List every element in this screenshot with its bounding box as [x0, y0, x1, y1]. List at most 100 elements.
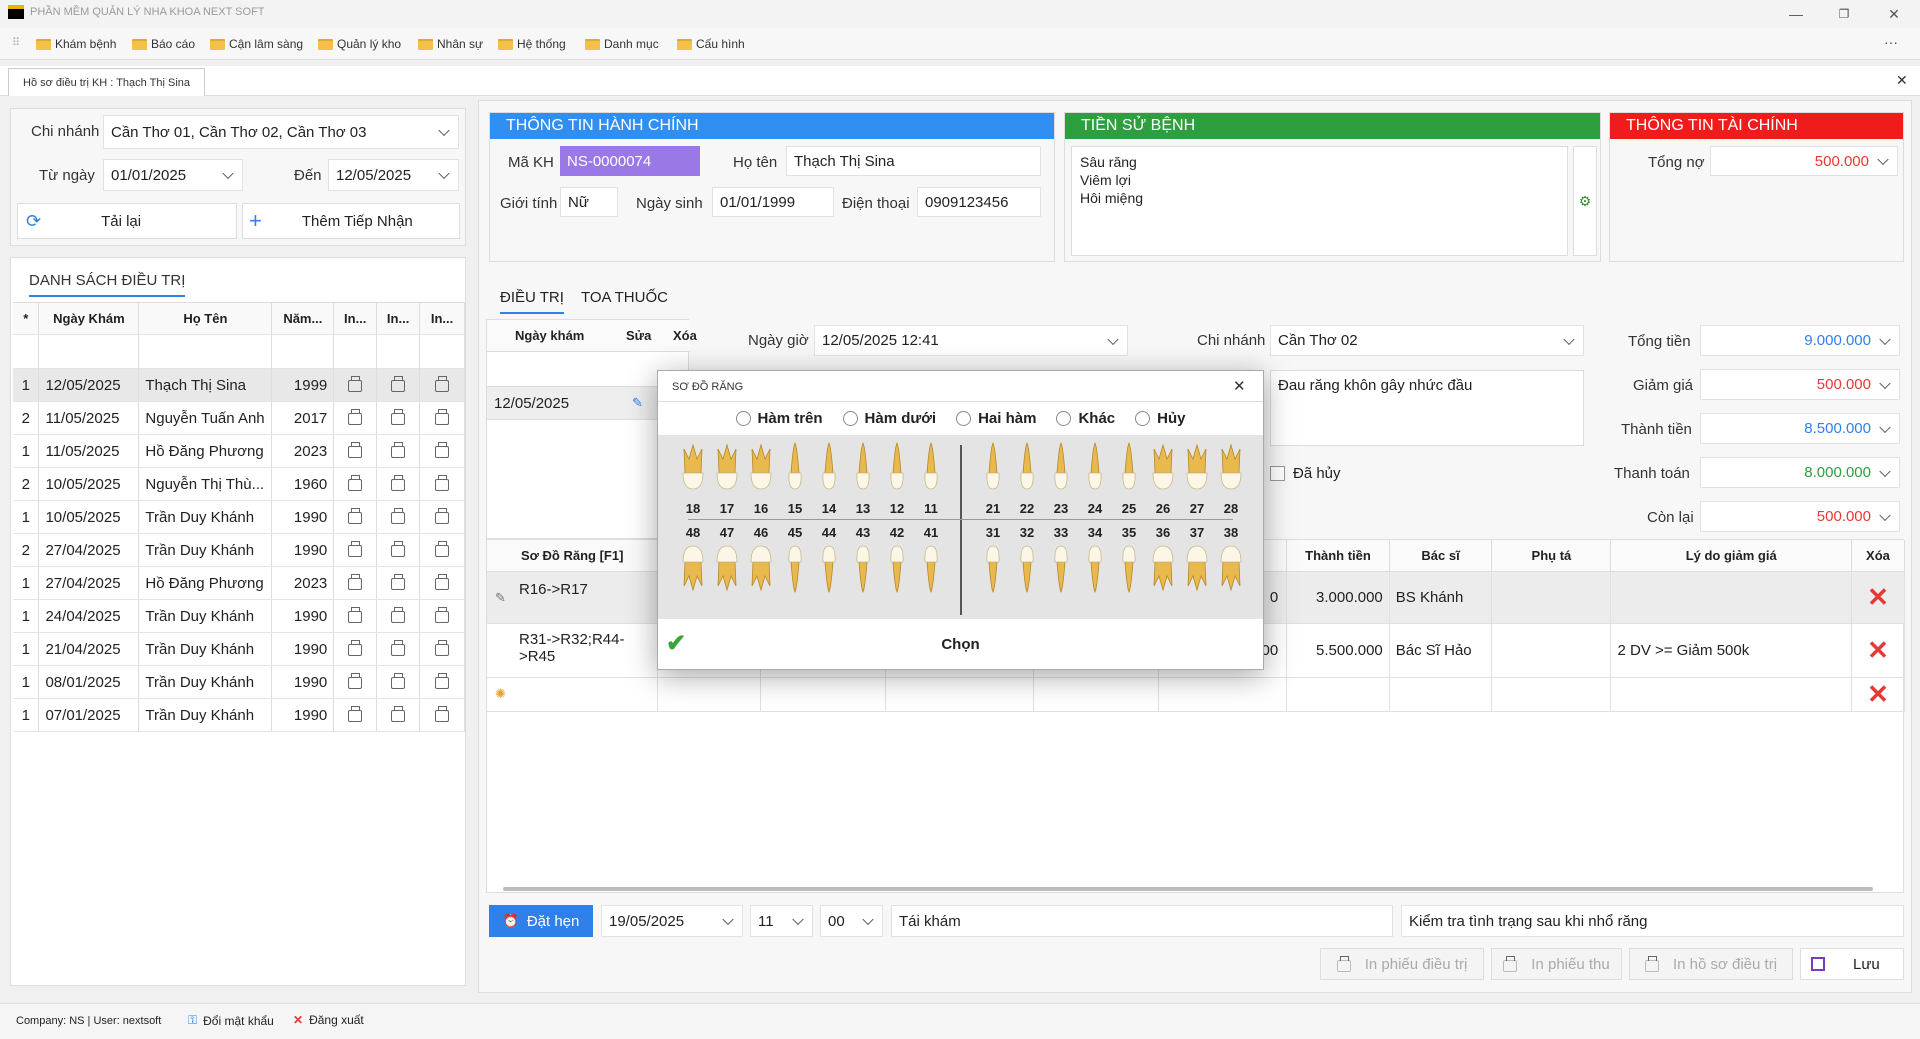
col-header[interactable]: In... [333, 302, 378, 335]
new-service-row[interactable]: ✺ ✕ [487, 677, 1906, 712]
reason-cell[interactable] [1610, 571, 1852, 624]
col-header[interactable]: Lý do giảm giá [1610, 540, 1852, 572]
fullname-field[interactable]: Thạch Thị Sina [786, 146, 1041, 176]
print-cell[interactable] [376, 632, 421, 666]
tooth-14[interactable]: 14 [812, 441, 846, 516]
col-header[interactable]: In... [419, 302, 465, 335]
save-button[interactable]: Lưu [1800, 948, 1904, 980]
table-row[interactable]: 1 12/05/2025 Thạch Thị Sina 1999 [13, 368, 465, 402]
col-header[interactable]: Năm... [271, 302, 335, 335]
tooth-41[interactable]: 41 [914, 525, 948, 594]
dialog-close-button[interactable]: ✕ [1233, 377, 1246, 395]
print-cell[interactable] [333, 698, 378, 732]
doctor-cell[interactable]: BS Khánh [1389, 571, 1493, 624]
paid-field[interactable]: 8.000.000 [1700, 457, 1900, 488]
cell[interactable] [1158, 677, 1288, 712]
print-cell[interactable] [333, 533, 378, 567]
tooth-28[interactable]: 28 [1214, 441, 1248, 516]
print-cell[interactable] [333, 467, 378, 501]
radio-both-jaws[interactable]: Hai hàm [956, 410, 1036, 427]
tooth-36[interactable]: 36 [1146, 525, 1180, 594]
choose-button[interactable]: ✔ Chọn [658, 619, 1263, 669]
minimize-button[interactable]: — [1776, 2, 1816, 26]
add-reception-button[interactable]: + Thêm Tiếp Nhận [242, 203, 460, 239]
menu-nhan-su[interactable]: Nhân sự [418, 35, 483, 53]
radio-upper-jaw[interactable]: Hàm trên [735, 410, 823, 427]
print-cell[interactable] [419, 467, 465, 501]
menu-cau-hinh[interactable]: Cấu hình [677, 35, 745, 53]
tooth-46[interactable]: 46 [744, 525, 778, 594]
print-cell[interactable] [419, 599, 465, 633]
cell[interactable] [885, 677, 1034, 712]
print-cell[interactable] [419, 566, 465, 600]
menu-can-lam-sang[interactable]: Cận lâm sàng [210, 35, 303, 53]
tooth-27[interactable]: 27 [1180, 441, 1214, 516]
tooth-22[interactable]: 22 [1010, 441, 1044, 516]
col-header[interactable]: Họ Tên [138, 302, 273, 335]
tooth-18[interactable]: 18 [676, 441, 710, 516]
col-header[interactable]: Thành tiền [1286, 540, 1390, 572]
edit-history-button[interactable]: ⚙ [1573, 146, 1597, 256]
tooth-47[interactable]: 47 [710, 525, 744, 594]
print-cell[interactable] [419, 434, 465, 468]
tab-prescription[interactable]: TOA THUỐC [581, 289, 668, 306]
print-cell[interactable] [333, 599, 378, 633]
tooth-45[interactable]: 45 [778, 525, 812, 594]
tooth-21[interactable]: 21 [976, 441, 1010, 516]
tooth-33[interactable]: 33 [1044, 525, 1078, 594]
table-row[interactable]: 1 07/01/2025 Trần Duy Khánh 1990 [13, 698, 465, 732]
menu-quan-ly-kho[interactable]: Quản lý kho [318, 35, 401, 53]
menu-he-thong[interactable]: Hệ thống [498, 35, 566, 53]
print-cell[interactable] [376, 500, 421, 534]
tooth-24[interactable]: 24 [1078, 441, 1112, 516]
to-date-picker[interactable]: 12/05/2025 [328, 159, 459, 191]
menu-danh-muc[interactable]: Danh mục [585, 35, 659, 53]
print-cell[interactable] [333, 500, 378, 534]
menu-bao-cao[interactable]: Báo cáo [132, 35, 195, 53]
tooth-17[interactable]: 17 [710, 441, 744, 516]
branch-select[interactable]: Cần Thơ 01, Cần Thơ 02, Cần Thơ 03 [103, 115, 459, 149]
print-cell[interactable] [419, 698, 465, 732]
col-header[interactable]: Ngày Khám [38, 302, 140, 335]
cell[interactable] [760, 677, 886, 712]
teeth-cell[interactable]: ✎ R16->R17 [487, 571, 659, 624]
tooth-16[interactable]: 16 [744, 441, 778, 516]
cell[interactable] [1491, 677, 1612, 712]
table-row[interactable]: 1 24/04/2025 Trần Duy Khánh 1990 [13, 599, 465, 633]
tooth-11[interactable]: 11 [914, 441, 948, 516]
print-cell[interactable] [419, 632, 465, 666]
close-window-button[interactable]: ✕ [1874, 2, 1914, 26]
appointment-button[interactable]: ⏰ Đặt hẹn [489, 905, 593, 937]
appointment-minute-select[interactable]: 00 [820, 905, 883, 937]
restore-button[interactable]: ❐ [1824, 2, 1864, 26]
tooth-42[interactable]: 42 [880, 525, 914, 594]
print-cell[interactable] [376, 533, 421, 567]
tab-treatment[interactable]: ĐIỀU TRỊ [500, 289, 564, 314]
tab-patient-record[interactable]: Hồ sơ điều trị KH : Thạch Thị Sina [8, 68, 205, 96]
medical-history-text[interactable]: Sâu răng Viêm lợi Hôi miệng [1071, 146, 1568, 256]
reason-cell[interactable]: 2 DV >= Giảm 500k [1610, 623, 1852, 678]
tab-treatment-list[interactable]: DANH SÁCH ĐIỀU TRỊ [29, 272, 186, 297]
appointment-type-field[interactable]: Tái khám [891, 905, 1393, 937]
table-row[interactable]: 1 27/04/2025 Hồ Đăng Phương 2023 [13, 566, 465, 600]
filter-cell[interactable] [138, 334, 273, 369]
tooth-37[interactable]: 37 [1180, 525, 1214, 594]
col-header[interactable]: Ngày khám [515, 328, 584, 343]
print-cell[interactable] [419, 500, 465, 534]
print-cell[interactable] [376, 566, 421, 600]
tooth-13[interactable]: 13 [846, 441, 880, 516]
col-header[interactable]: Sửa [626, 328, 651, 343]
appointment-note-field[interactable]: Kiểm tra tình trạng sau khi nhổ răng [1401, 905, 1904, 937]
filter-cell[interactable] [271, 334, 335, 369]
table-row[interactable]: 2 10/05/2025 Nguyễn Thị Thù... 1960 [13, 467, 465, 501]
cell[interactable] [657, 677, 762, 712]
col-header[interactable]: Xóa [1851, 540, 1906, 572]
print-receipt-button[interactable]: In phiếu thu [1491, 948, 1622, 980]
menu-kham-benh[interactable]: Khám bệnh [36, 35, 116, 53]
print-cell[interactable] [419, 665, 465, 699]
cell[interactable] [1033, 677, 1160, 712]
tooth-25[interactable]: 25 [1112, 441, 1146, 516]
edit-icon[interactable]: ✎ [632, 395, 643, 411]
from-date-picker[interactable]: 01/01/2025 [103, 159, 243, 191]
print-cell[interactable] [419, 533, 465, 567]
